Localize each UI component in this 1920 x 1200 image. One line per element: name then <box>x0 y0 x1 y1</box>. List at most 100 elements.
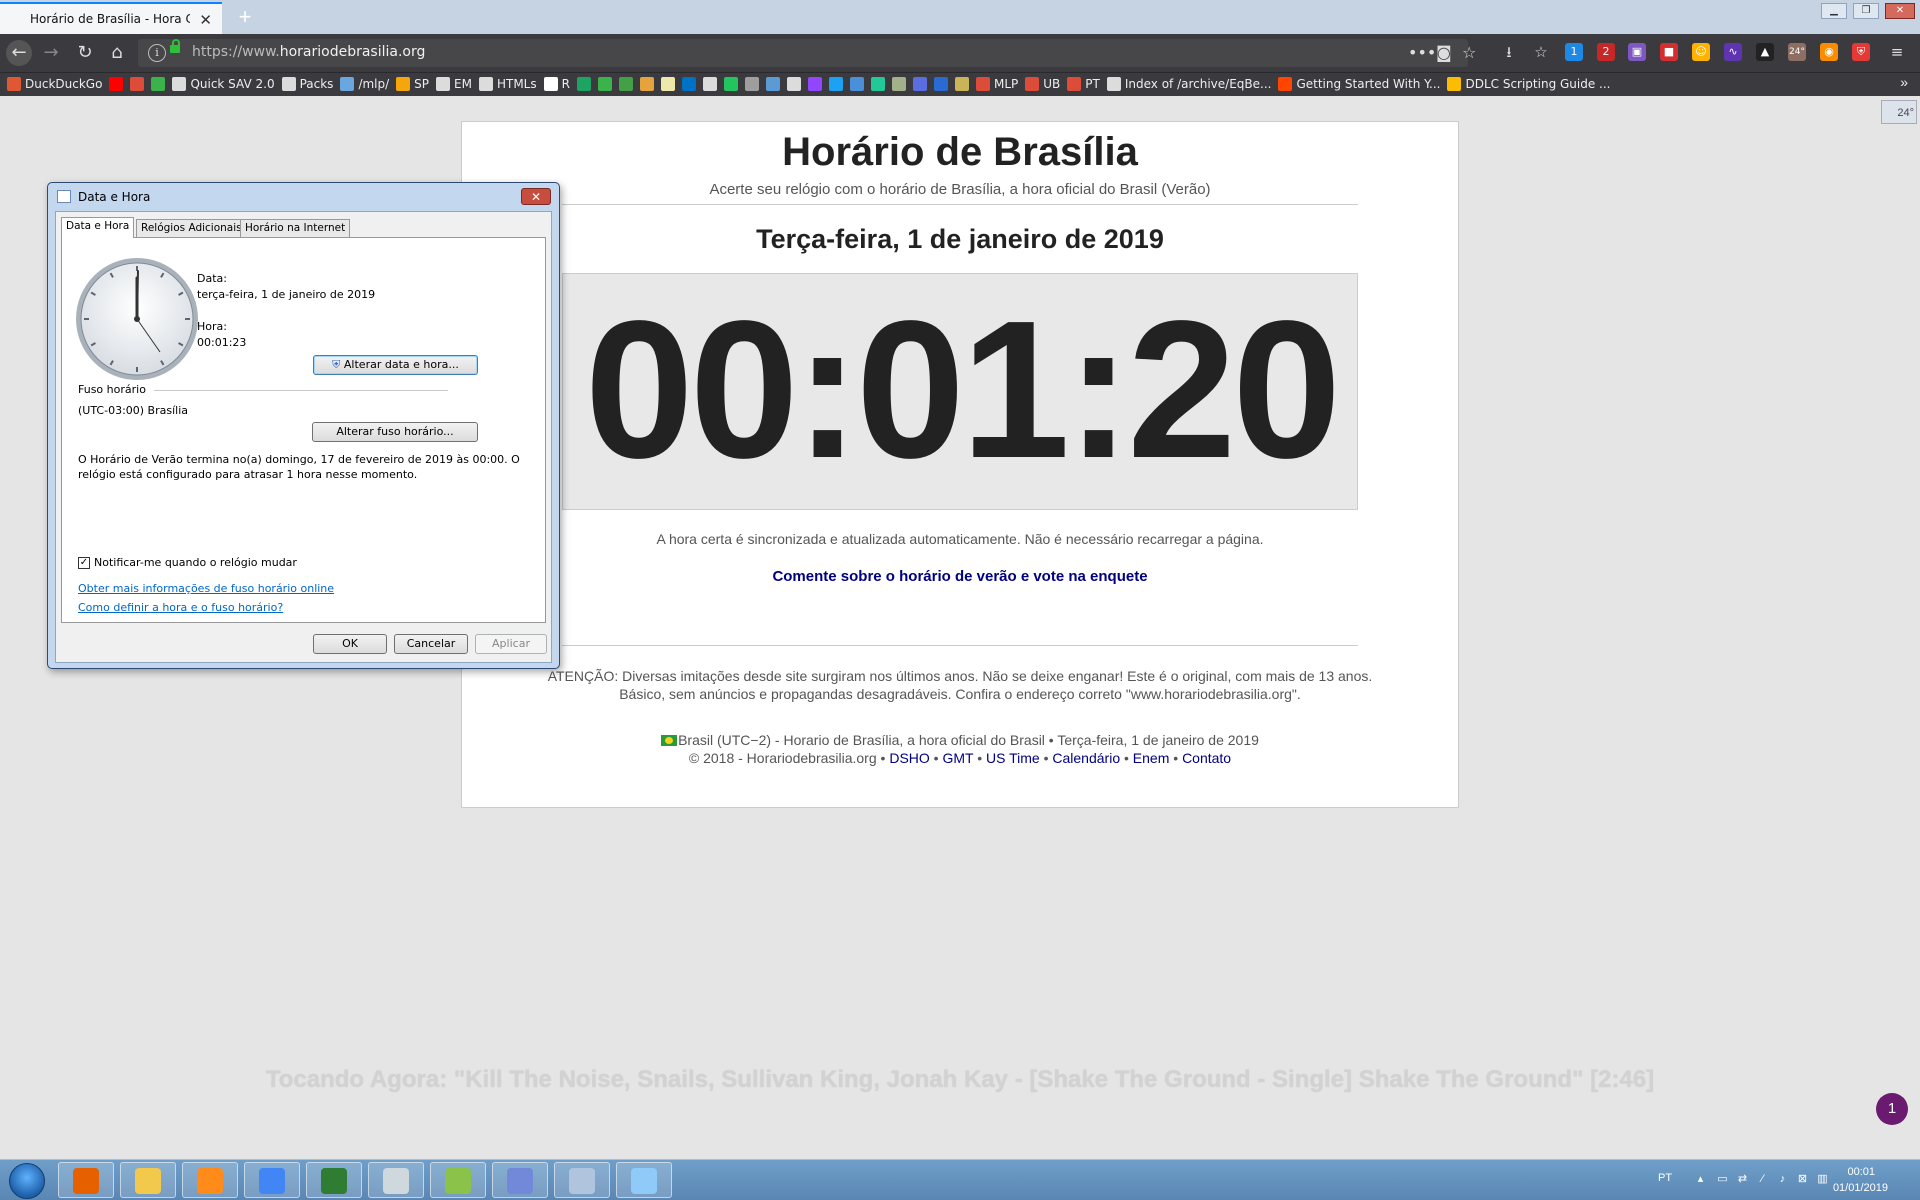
back-button[interactable]: ← <box>6 40 32 66</box>
tray-pen-icon[interactable]: ∕ <box>1756 1173 1769 1185</box>
weather-extension-icon[interactable]: 24° <box>1788 43 1806 61</box>
bookmark-item[interactable] <box>151 73 166 95</box>
extension-badge-2-icon[interactable]: 2 <box>1597 43 1615 61</box>
bookmark-item[interactable] <box>109 73 124 95</box>
tab-additional-clocks[interactable]: Relógios Adicionais <box>136 219 247 237</box>
tray-sync-icon[interactable]: ⇄ <box>1736 1173 1749 1185</box>
page-actions-icon[interactable]: ••• <box>1408 43 1436 62</box>
notify-checkbox[interactable]: ✓ <box>78 557 90 569</box>
bookmark-item[interactable] <box>933 73 948 95</box>
power-icon[interactable]: ▥ <box>1816 1173 1829 1185</box>
notify-checkbox-label[interactable]: Notificar-me quando o relógio mudar <box>94 556 297 569</box>
how-to-set-time-link[interactable]: Como definir a hora e o fuso horário? <box>78 601 283 614</box>
tray-app-icon[interactable]: ▭ <box>1716 1173 1729 1185</box>
reload-button[interactable]: ↻ <box>72 40 98 66</box>
minimize-button[interactable]: ▁ <box>1821 3 1847 19</box>
taskbar-app-discord[interactable] <box>492 1162 548 1198</box>
bookmark-item[interactable]: UB <box>1025 73 1060 95</box>
comment-poll-link[interactable]: Comente sobre o horário de verão e vote … <box>462 568 1458 585</box>
bookmark-item[interactable]: HTMLs <box>478 73 537 95</box>
bookmark-item[interactable] <box>954 73 969 95</box>
url-text[interactable]: https://www.horariodebrasilia.org <box>192 44 425 60</box>
footer-link-us-time[interactable]: US Time <box>986 750 1040 766</box>
screenshot-icon[interactable]: ▣ <box>1628 43 1646 61</box>
library-icon[interactable]: ☆ <box>1532 43 1550 61</box>
close-tab-icon[interactable]: ✕ <box>199 11 212 29</box>
taskbar-app-notepad-plus[interactable] <box>430 1162 486 1198</box>
bookmark-item[interactable] <box>681 73 696 95</box>
ok-button[interactable]: OK <box>313 634 387 654</box>
bookmark-item[interactable] <box>660 73 675 95</box>
bookmark-item[interactable]: R <box>543 73 570 95</box>
bookmark-item[interactable]: DuckDuckGo <box>7 73 102 95</box>
notification-badge[interactable]: 1 <box>1876 1093 1908 1125</box>
home-button[interactable]: ⌂ <box>104 40 130 66</box>
bookmark-star-icon[interactable]: ☆ <box>1462 43 1476 62</box>
bookmark-item[interactable] <box>723 73 738 95</box>
extension-dark-icon[interactable]: ▲ <box>1756 43 1774 61</box>
bookmark-item[interactable] <box>786 73 801 95</box>
site-info-icon[interactable]: i <box>148 44 166 62</box>
bookmark-item[interactable]: Getting Started With Y... <box>1278 73 1440 95</box>
extension-badge-1-icon[interactable]: 1 <box>1565 43 1583 61</box>
bookmark-item[interactable] <box>576 73 591 95</box>
bookmark-item[interactable] <box>597 73 612 95</box>
bookmark-item[interactable] <box>828 73 843 95</box>
shield-icon[interactable]: ⛨ <box>1852 43 1870 61</box>
apply-button[interactable]: Aplicar <box>475 634 547 654</box>
weather-widget[interactable]: 24° <box>1881 100 1917 124</box>
taskbar-app-date-time[interactable] <box>554 1162 610 1198</box>
extension-face-icon[interactable]: ☺ <box>1692 43 1710 61</box>
bookmark-item[interactable]: PT <box>1067 73 1100 95</box>
bookmark-item[interactable] <box>870 73 885 95</box>
extension-red-icon[interactable]: ■ <box>1660 43 1678 61</box>
bookmark-item[interactable] <box>891 73 906 95</box>
bookmark-item[interactable] <box>849 73 864 95</box>
taskbar-app-notepad[interactable] <box>616 1162 672 1198</box>
volume-icon[interactable]: ♪ <box>1776 1173 1789 1185</box>
menu-hamburger-icon[interactable]: ≡ <box>1888 43 1906 61</box>
bookmark-item[interactable] <box>765 73 780 95</box>
taskbar-app-chrome[interactable] <box>244 1162 300 1198</box>
bookmark-item[interactable] <box>639 73 654 95</box>
tray-expand-icon[interactable]: ▴ <box>1694 1173 1707 1185</box>
change-date-time-button[interactable]: ⛨ Alterar data e hora... <box>313 355 478 375</box>
pocket-icon[interactable]: ◙ <box>1436 43 1452 62</box>
network-icon[interactable]: ⊠ <box>1796 1173 1809 1185</box>
start-button[interactable] <box>3 1161 49 1199</box>
bookmark-item[interactable] <box>702 73 717 95</box>
change-timezone-button[interactable]: Alterar fuso horário... <box>312 422 478 442</box>
taskbar-app-firefox[interactable] <box>58 1162 114 1198</box>
tab-internet-time[interactable]: Horário na Internet <box>240 219 351 237</box>
dialog-titlebar[interactable]: Data e Hora ✕ <box>48 183 559 211</box>
bookmark-item[interactable]: Quick SAV 2.0 <box>172 73 275 95</box>
taskbar-clock-date[interactable]: 01/01/2019 <box>1833 1182 1888 1194</box>
footer-link-enem[interactable]: Enem <box>1133 750 1170 766</box>
close-window-button[interactable]: ✕ <box>1885 3 1915 19</box>
new-tab-button[interactable]: + <box>232 4 258 30</box>
footer-link-gmt[interactable]: GMT <box>942 750 973 766</box>
address-bar[interactable]: i https://www.horariodebrasilia.org ••• … <box>138 39 1476 67</box>
taskbar-app-file-explorer[interactable] <box>120 1162 176 1198</box>
forward-button[interactable]: → <box>38 40 64 66</box>
footer-link-dsho[interactable]: DSHO <box>889 750 929 766</box>
browser-tab-active[interactable]: Horário de Brasília - Hora Certa ✕ <box>0 2 222 34</box>
restore-button[interactable]: ❐ <box>1853 3 1879 19</box>
footer-link-contato[interactable]: Contato <box>1182 750 1231 766</box>
taskbar-clock-time[interactable]: 00:01 <box>1847 1166 1875 1178</box>
bookmark-item[interactable]: /mlp/ <box>340 73 389 95</box>
bookmark-item[interactable] <box>807 73 822 95</box>
extension-swirl-icon[interactable]: ∿ <box>1724 43 1742 61</box>
taskbar-app-media-player[interactable] <box>182 1162 238 1198</box>
taskbar-app-terminal[interactable] <box>306 1162 362 1198</box>
bookmark-item[interactable]: SP <box>396 73 429 95</box>
bookmark-item[interactable] <box>618 73 633 95</box>
language-indicator[interactable]: PT <box>1658 1172 1672 1184</box>
footer-link-calendario[interactable]: Calendário <box>1052 750 1120 766</box>
bookmark-item[interactable]: Index of /archive/EqBe... <box>1106 73 1271 95</box>
taskbar-app-alien-app[interactable] <box>368 1162 424 1198</box>
bookmark-item[interactable]: MLP <box>975 73 1018 95</box>
bookmark-item[interactable]: Packs <box>281 73 333 95</box>
bookmark-item[interactable] <box>912 73 927 95</box>
bookmark-item[interactable]: DDLC Scripting Guide ... <box>1447 73 1611 95</box>
